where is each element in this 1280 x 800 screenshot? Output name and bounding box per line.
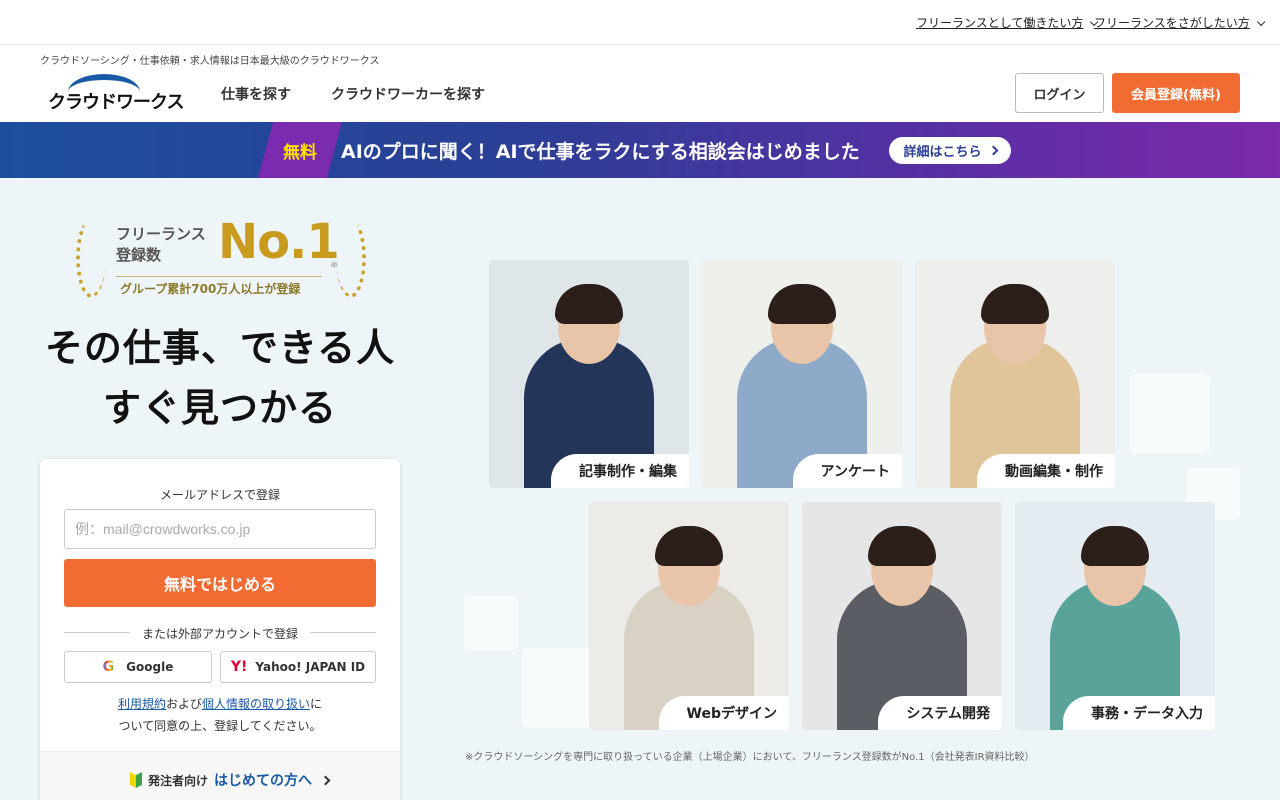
category-label: アンケート <box>792 454 902 488</box>
client-link-label: フリーランスをさがしたい方 <box>1094 16 1250 30</box>
yahoo-signup-button[interactable]: Y! Yahoo! JAPAN ID <box>220 651 376 683</box>
category-label: Webデザイン <box>658 696 789 730</box>
logo-text: クラウドワークス <box>48 92 184 113</box>
google-label: Google <box>126 660 174 674</box>
terms-notice: 利用規約および個人情報の取り扱いに ついて同意の上、登録してください。 <box>40 693 400 737</box>
award-divider <box>116 276 322 277</box>
terms-and: および <box>165 697 202 711</box>
award-label-line2: 登録数 <box>116 246 162 264</box>
beginner-prefix: 発注者向け <box>148 773 209 788</box>
freelancer-link-label: フリーランスとして働きたい方 <box>916 16 1084 30</box>
laurel-right-icon <box>336 218 366 298</box>
hero-headline: その仕事、できる人 すぐ見つかる <box>20 318 420 438</box>
register-button[interactable]: 会員登録(無料) <box>1112 73 1240 113</box>
headline-line1: その仕事、できる人 <box>44 326 396 370</box>
category-tile[interactable]: 記事制作・編集 <box>489 260 689 488</box>
free-badge: 無料 <box>258 122 342 178</box>
beginner-link-label: はじめての方へ <box>214 773 313 789</box>
person-hair <box>981 284 1049 324</box>
google-icon: G <box>102 659 115 675</box>
divider-right <box>310 632 376 633</box>
category-tile[interactable]: Webデザイン <box>589 502 789 730</box>
award-subtext: グループ累計700万人以上が登録 <box>120 282 301 296</box>
chevron-down-icon <box>1256 17 1266 27</box>
award-badge: フリーランス 登録数 No.1 ※ グループ累計700万人以上が登録 <box>76 214 366 302</box>
client-link[interactable]: フリーランスをさがしたい方 <box>1094 14 1266 31</box>
privacy-link[interactable]: 個人情報の取り扱い <box>202 697 310 711</box>
category-tile[interactable]: 動画編集・制作 <box>915 260 1115 488</box>
google-signup-button[interactable]: G Google <box>64 651 212 683</box>
banner-details-label: 詳細はこちら <box>903 145 982 160</box>
email-input[interactable] <box>64 509 376 549</box>
person-hair <box>768 284 836 324</box>
start-free-button[interactable]: 無料ではじめる <box>64 559 376 607</box>
award-rank: No.1 <box>218 214 340 270</box>
terms-tail2: ついて同意の上、登録してください。 <box>118 719 322 733</box>
chevron-right-icon <box>320 775 331 785</box>
category-label: 記事制作・編集 <box>551 454 689 488</box>
award-footnote-mark: ※ <box>330 260 339 271</box>
freelancer-link[interactable]: フリーランスとして働きたい方 <box>916 14 1099 31</box>
decor-square <box>1130 374 1210 454</box>
banner-text: AIのプロに聞く！AIで仕事をラクにする相談会はじめました <box>341 141 860 163</box>
promo-banner[interactable]: 無料 AIのプロに聞く！AIで仕事をラクにする相談会はじめました 詳細はこちら <box>0 122 1280 178</box>
award-label: フリーランス 登録数 <box>116 224 216 266</box>
terms-link[interactable]: 利用規約 <box>118 697 166 711</box>
chevron-right-icon <box>988 145 998 156</box>
footnote: ※クラウドソーシングを専門に取り扱っている企業（上場企業）において、フリーランス… <box>465 752 1035 763</box>
crowdworks-logo[interactable]: クラウドワークス <box>48 74 184 114</box>
award-label-line1: フリーランス <box>116 225 206 243</box>
site-tagline: クラウドソーシング・仕事依頼・求人情報は日本最大級のクラウドワークス <box>40 56 380 67</box>
person-hair <box>1081 526 1149 566</box>
category-label: 動画編集・制作 <box>977 454 1115 488</box>
category-label: 事務・データ入力 <box>1063 696 1215 730</box>
decor-square <box>464 596 518 650</box>
nav-find-jobs[interactable]: 仕事を探す <box>221 84 291 104</box>
category-tile[interactable]: システム開発 <box>802 502 1002 730</box>
person-hair <box>868 526 936 566</box>
hero-section: フリーランス 登録数 No.1 ※ グループ累計700万人以上が登録 その仕事、… <box>0 178 1280 800</box>
utility-bar: フリーランスとして働きたい方 フリーランスをさがしたい方 <box>0 0 1280 45</box>
banner-details-button[interactable]: 詳細はこちら <box>889 137 1011 164</box>
beginner-mark-icon <box>130 772 142 788</box>
person-hair <box>555 284 623 324</box>
external-account-divider: または外部アカウントで登録 <box>141 627 298 641</box>
email-label: メールアドレスで登録 <box>159 488 280 502</box>
beginner-link[interactable]: 発注者向け はじめての方へ <box>130 770 331 790</box>
login-button[interactable]: ログイン <box>1015 73 1104 113</box>
yahoo-label: Yahoo! JAPAN ID <box>255 660 366 674</box>
terms-tail1: に <box>310 697 323 711</box>
person-hair <box>655 526 723 566</box>
headline-line2: すぐ見つかる <box>102 386 337 430</box>
nav-find-workers[interactable]: クラウドワーカーを探す <box>331 84 485 104</box>
category-tile[interactable]: アンケート <box>702 260 902 488</box>
category-label: システム開発 <box>878 696 1002 730</box>
category-tile[interactable]: 事務・データ入力 <box>1015 502 1215 730</box>
client-beginner-footer[interactable]: 発注者向け はじめての方へ <box>40 751 400 800</box>
laurel-left-icon <box>76 218 106 298</box>
yahoo-icon: Y! <box>230 659 248 675</box>
signup-card: メールアドレスで登録 無料ではじめる または外部アカウントで登録 G Googl… <box>40 459 400 800</box>
